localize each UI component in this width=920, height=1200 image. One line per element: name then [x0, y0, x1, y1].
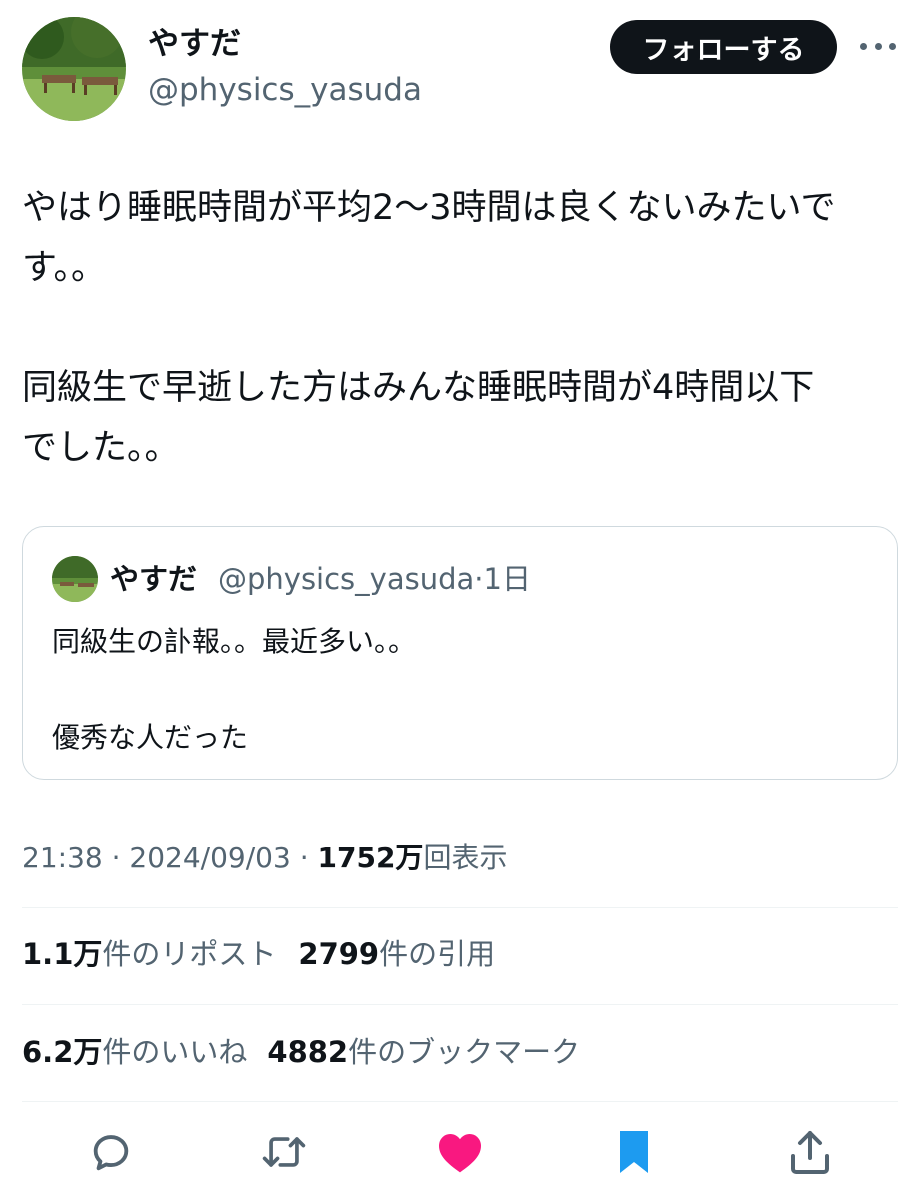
likes-stat[interactable]: 6.2万件のいいね [22, 1035, 247, 1069]
divider [22, 907, 898, 908]
bookmarks-stat[interactable]: 4882件のブックマーク [267, 1035, 580, 1069]
quoted-author-name: やすだ [110, 562, 198, 596]
like-icon[interactable] [436, 1128, 484, 1176]
reposts-label: 件のリポスト [102, 937, 277, 971]
quoted-tweet-text: 同級生の訃報。。最近多い。。 優秀な人だった [52, 625, 417, 754]
author-handle[interactable]: @physics_yasuda [148, 70, 422, 110]
author-avatar[interactable] [22, 17, 126, 121]
quoted-author-meta: @physics_yasuda·1日 [218, 559, 531, 599]
author-name[interactable]: やすだ [148, 22, 241, 66]
tweet-meta: 21:38 · 2024/09/03 · 1752万回表示 [22, 836, 507, 880]
quotes-count: 2799 [298, 937, 380, 971]
tweet-text: やはり睡眠時間が平均2〜3時間は良くないみたいで す。。 同級生で早逝した方はみ… [22, 188, 836, 468]
tweet-date[interactable]: 2024/09/03 [129, 841, 290, 874]
share-icon[interactable] [786, 1128, 834, 1176]
view-count: 1752万 [317, 841, 424, 874]
view-count-label: 回表示 [423, 841, 508, 874]
reply-icon[interactable] [87, 1128, 135, 1176]
quoted-age: 1日 [483, 562, 531, 596]
likes-bookmarks-stats: 6.2万件のいいね 4882件のブックマーク [22, 1030, 580, 1074]
meta-separator: · [290, 841, 318, 874]
quoted-separator: · [474, 562, 484, 596]
bookmarks-count: 4882 [267, 1035, 349, 1069]
meta-separator: · [102, 841, 130, 874]
more-options-icon[interactable] [860, 32, 896, 60]
follow-button[interactable]: フォローする [610, 20, 837, 74]
repost-icon[interactable] [260, 1128, 308, 1176]
quoted-author-avatar [52, 556, 98, 602]
tweet-time[interactable]: 21:38 [22, 841, 103, 874]
likes-count: 6.2万 [22, 1035, 103, 1069]
bookmark-icon[interactable] [610, 1128, 658, 1176]
reposts-count: 1.1万 [22, 937, 103, 971]
likes-label: 件のいいね [102, 1035, 248, 1069]
repost-quote-stats: 1.1万件のリポスト 2799件の引用 [22, 932, 495, 976]
divider [22, 1101, 898, 1102]
bookmarks-label: 件のブックマーク [348, 1035, 581, 1069]
reposts-stat[interactable]: 1.1万件のリポスト [22, 937, 276, 971]
quotes-stat[interactable]: 2799件の引用 [298, 937, 495, 971]
quotes-label: 件の引用 [379, 937, 496, 971]
quoted-author-handle: @physics_yasuda [218, 562, 475, 596]
divider [22, 1004, 898, 1005]
